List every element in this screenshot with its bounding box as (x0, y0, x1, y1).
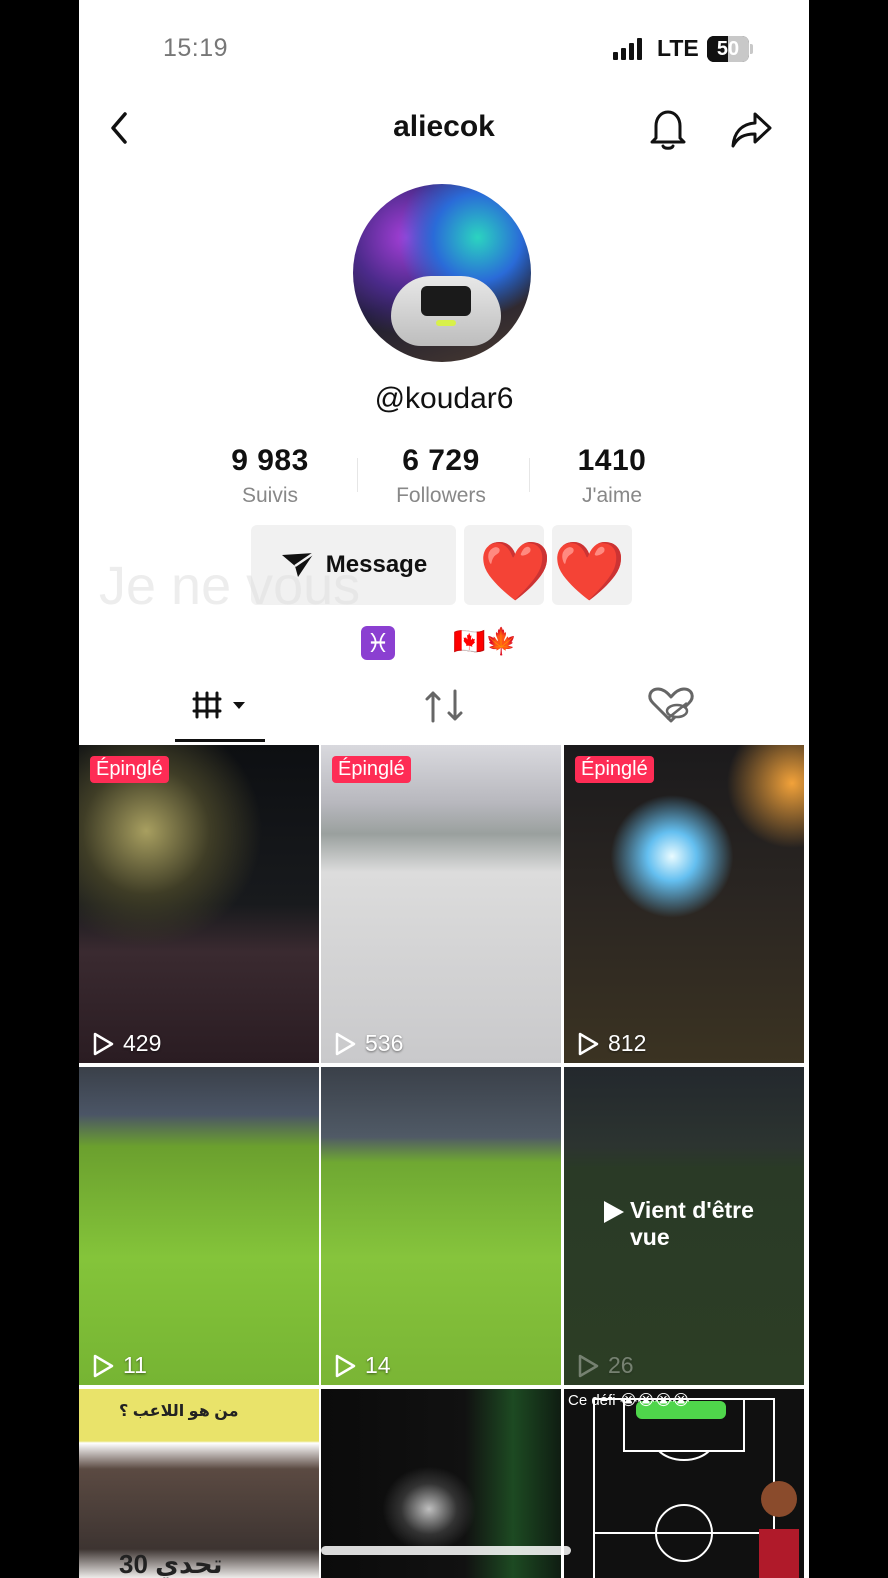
stat-likes-value: 1410 (577, 444, 647, 477)
tab-selected-indicator (175, 739, 265, 742)
tab-videos[interactable] (191, 683, 251, 729)
tab-reposts[interactable] (415, 683, 475, 729)
view-count-value: 429 (123, 1030, 162, 1056)
view-count: 429 (91, 1030, 161, 1057)
stat-following-label: Suivis (241, 484, 299, 507)
bell-icon[interactable] (647, 106, 689, 152)
video-thumbnail[interactable]: 11 (79, 1067, 319, 1385)
arabic-caption-top: من هو اللاعب ؟ (119, 1403, 239, 1420)
heart-emoji-overlay: ❤️❤️ (479, 539, 628, 604)
stat-followers-label: Followers (396, 484, 486, 507)
overlay-text: Je ne vous (99, 556, 361, 616)
video-thumbnail[interactable]: Épinglé 812 (564, 745, 804, 1063)
video-thumbnail[interactable]: Vient d'être vue 26 (564, 1067, 804, 1385)
video-thumbnail[interactable]: Épinglé 536 (321, 745, 561, 1063)
repost-icon (425, 689, 463, 723)
stat-likes[interactable]: 1410 J'aime (527, 444, 697, 508)
view-count: 11 (91, 1352, 147, 1379)
battery-cap (750, 44, 753, 54)
view-count-value: 11 (123, 1352, 147, 1378)
signal-icon (613, 38, 642, 60)
heart-hidden-icon (648, 687, 694, 723)
play-outline-icon (93, 1354, 114, 1377)
play-outline-icon (335, 1032, 356, 1055)
video-thumbnail[interactable]: من هو اللاعب ؟ تحدي 30 (79, 1389, 319, 1578)
pinned-badge: Épinglé (575, 756, 654, 783)
view-count-value: 26 (608, 1352, 634, 1378)
video-thumbnail[interactable]: Ce défi 😭😭😭😭 (564, 1389, 804, 1578)
play-outline-icon (578, 1354, 599, 1377)
share-arrow-icon[interactable] (729, 106, 773, 152)
play-icon (604, 1201, 624, 1223)
profile-handle: @koudar6 (374, 382, 514, 415)
profile-screen: 15:19 LTE 50 aliecok @koudar6 9 983 Suiv… (79, 0, 809, 1578)
video-thumbnail[interactable]: Épinglé 429 (79, 745, 319, 1063)
just-seen-label: Vient d'être vue (630, 1197, 754, 1250)
avatar[interactable] (353, 184, 531, 362)
page-title: aliecok (393, 110, 495, 143)
stat-followers[interactable]: 6 729 Followers (356, 444, 526, 508)
stat-likes-label: J'aime (581, 484, 643, 507)
battery-level: 50 (716, 38, 740, 60)
pinned-badge: Épinglé (90, 756, 169, 783)
view-count: 536 (333, 1030, 403, 1057)
pitch-diagram (593, 1398, 799, 1578)
status-time: 15:19 (163, 34, 229, 62)
video-thumbnail[interactable]: 14 (321, 1067, 561, 1385)
view-count-value: 812 (608, 1030, 647, 1056)
view-count: 812 (576, 1030, 646, 1057)
network-label: LTE (657, 35, 699, 61)
play-outline-icon (93, 1032, 114, 1055)
stat-followers-value: 6 729 (402, 444, 480, 477)
battery-icon: 50 (707, 36, 749, 62)
stat-following-value: 9 983 (231, 444, 309, 477)
controller-image (391, 276, 501, 346)
grid-icon (192, 691, 245, 719)
tab-liked[interactable] (641, 683, 701, 729)
pinned-badge: Épinglé (332, 756, 411, 783)
view-count-value: 14 (365, 1352, 391, 1378)
arabic-caption-bottom: تحدي 30 (119, 1549, 223, 1578)
flag-emoji: 🇨🇦🍁 (453, 626, 518, 656)
just-seen-marker: Vient d'être vue (604, 1197, 784, 1251)
video-caption: Ce défi 😭😭😭😭 (568, 1392, 690, 1409)
stat-following[interactable]: 9 983 Suivis (185, 444, 355, 508)
view-count: 14 (333, 1352, 391, 1379)
home-indicator[interactable] (321, 1546, 571, 1555)
zodiac-emoji: ♓ (361, 626, 395, 660)
play-outline-icon (578, 1032, 599, 1055)
view-count-value: 536 (365, 1030, 404, 1056)
play-outline-icon (335, 1354, 356, 1377)
view-count: 26 (576, 1352, 634, 1379)
